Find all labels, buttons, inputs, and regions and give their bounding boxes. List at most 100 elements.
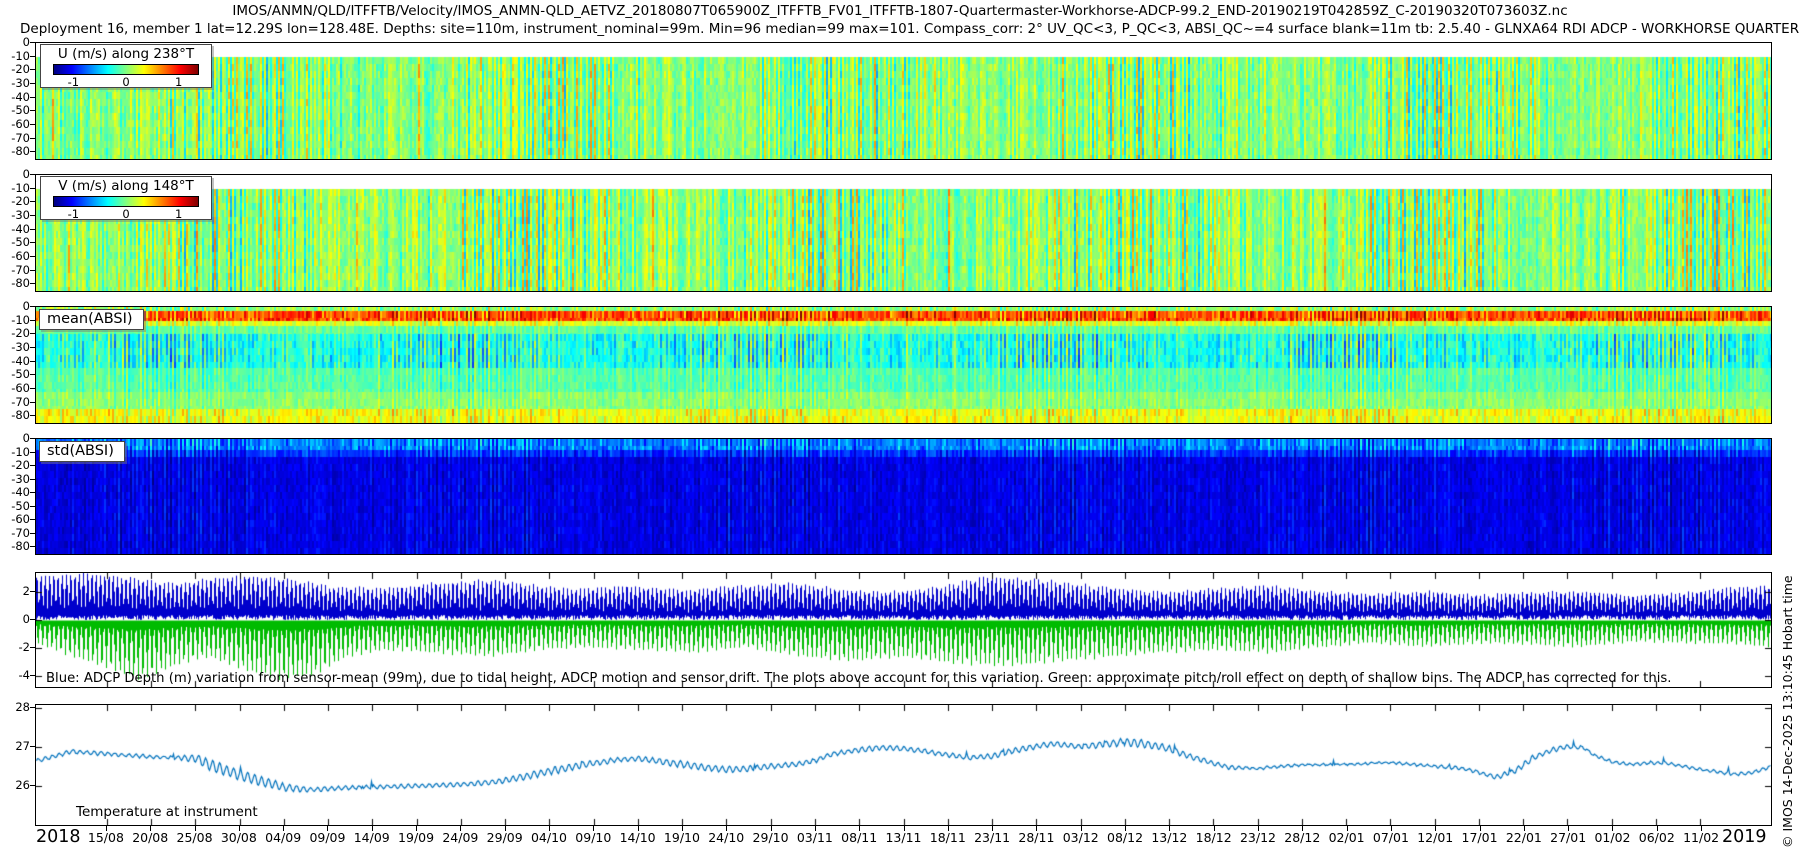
y-tick-label: -20	[0, 194, 30, 208]
y-tick-label: 0	[0, 299, 30, 313]
panel-u-velocity-heatmap: U (m/s) along 238°T -1 0 1	[35, 42, 1772, 160]
std-absi-canvas	[36, 439, 1771, 554]
x-tick-mark	[992, 826, 993, 831]
y-tick-label: -70	[0, 526, 30, 540]
x-tick-label: 29/09	[483, 830, 527, 845]
y-tick-mark	[30, 110, 35, 111]
x-tick-label: 14/10	[616, 830, 660, 845]
y-tick-label: -10	[0, 181, 30, 195]
x-tick-label: 23/11	[970, 830, 1014, 845]
y-tick-mark	[30, 675, 35, 676]
temperature-canvas	[36, 705, 1771, 825]
y-tick-label: 0	[0, 167, 30, 181]
x-tick-label: 07/01	[1369, 830, 1413, 845]
x-tick-label: 15/08	[84, 830, 128, 845]
y-tick-label: 0	[0, 612, 30, 626]
v-colorbar-ticks: -1 0 1	[41, 207, 211, 221]
y-tick-label: -50	[0, 235, 30, 249]
x-tick-label: 08/11	[837, 830, 881, 845]
x-tick-mark	[771, 826, 772, 831]
x-tick-label: 06/02	[1635, 830, 1679, 845]
x-tick-label: 03/12	[1059, 830, 1103, 845]
x-tick-mark	[593, 826, 594, 831]
x-tick-label: 30/08	[217, 830, 261, 845]
x-tick-mark	[1036, 826, 1037, 831]
x-tick-mark	[1568, 826, 1569, 831]
x-tick-label: 08/12	[1103, 830, 1147, 845]
y-tick-label: -40	[0, 90, 30, 104]
y-tick-mark	[30, 452, 35, 453]
u-colorbar-ticks: -1 0 1	[41, 75, 211, 89]
x-tick-label: 14/09	[350, 830, 394, 845]
y-tick-mark	[30, 591, 35, 592]
x-tick-label: 18/12	[1192, 830, 1236, 845]
u-velocity-canvas	[36, 43, 1771, 159]
y-tick-mark	[30, 707, 35, 708]
x-tick-mark	[859, 826, 860, 831]
y-tick-label: -40	[0, 485, 30, 499]
y-tick-mark	[30, 215, 35, 216]
depth-variation-canvas	[36, 573, 1771, 687]
y-tick-mark	[30, 333, 35, 334]
x-tick-label: 03/11	[793, 830, 837, 845]
y-tick-label: -10	[0, 313, 30, 327]
y-tick-mark	[30, 283, 35, 284]
y-tick-mark	[30, 402, 35, 403]
x-tick-label: 22/01	[1502, 830, 1546, 845]
u-legend-title: U (m/s) along 238°T	[41, 45, 211, 62]
y-tick-mark	[30, 506, 35, 507]
x-tick-mark	[372, 826, 373, 831]
y-tick-label: -30	[0, 472, 30, 486]
x-tick-label: 13/11	[882, 830, 926, 845]
panel-depth-variation-lines: Blue: ADCP Depth (m) variation from sens…	[35, 572, 1772, 688]
y-tick-label: 0	[0, 431, 30, 445]
u-colorbar-tick-neg1: -1	[68, 75, 79, 89]
panel-v-velocity-heatmap: V (m/s) along 148°T -1 0 1	[35, 174, 1772, 292]
y-tick-label: 28	[0, 700, 30, 714]
v-colorbar-legend: V (m/s) along 148°T -1 0 1	[40, 176, 212, 220]
y-tick-mark	[30, 201, 35, 202]
y-tick-mark	[30, 83, 35, 84]
x-tick-mark	[1480, 826, 1481, 831]
v-velocity-canvas	[36, 175, 1771, 291]
x-tick-mark	[416, 826, 417, 831]
x-tick-label: 29/10	[749, 830, 793, 845]
x-tick-mark	[904, 826, 905, 831]
y-tick-mark	[30, 465, 35, 466]
x-tick-label: 09/09	[305, 830, 349, 845]
x-tick-mark	[1347, 826, 1348, 831]
y-tick-mark	[30, 785, 35, 786]
y-tick-mark	[30, 229, 35, 230]
temperature-label: Temperature at instrument	[76, 804, 258, 820]
x-tick-mark	[283, 826, 284, 831]
v-legend-title: V (m/s) along 148°T	[41, 177, 211, 194]
x-tick-label: 24/10	[704, 830, 748, 845]
x-tick-mark	[682, 826, 683, 831]
x-tick-mark	[1081, 826, 1082, 831]
y-tick-label: -60	[0, 117, 30, 131]
y-tick-mark	[30, 479, 35, 480]
x-tick-label: 04/09	[261, 830, 305, 845]
y-tick-mark	[30, 546, 35, 547]
x-tick-label: 23/12	[1236, 830, 1280, 845]
u-colorbar-tick-pos1: 1	[175, 75, 182, 89]
y-tick-mark	[30, 151, 35, 152]
y-tick-mark	[30, 138, 35, 139]
y-tick-label: -30	[0, 208, 30, 222]
x-tick-mark	[1657, 826, 1658, 831]
y-tick-label: -40	[0, 222, 30, 236]
y-tick-label: -50	[0, 103, 30, 117]
x-tick-mark	[1391, 826, 1392, 831]
x-tick-mark	[815, 826, 816, 831]
y-tick-mark	[30, 533, 35, 534]
y-tick-label: -80	[0, 408, 30, 422]
y-tick-mark	[30, 647, 35, 648]
x-tick-label: 28/12	[1280, 830, 1324, 845]
v-colorbar-tick-pos1: 1	[175, 207, 182, 221]
x-tick-mark	[505, 826, 506, 831]
x-tick-label: 13/12	[1147, 830, 1191, 845]
x-tick-mark	[1302, 826, 1303, 831]
y-tick-mark	[30, 438, 35, 439]
mean-absi-label-box: mean(ABSI)	[39, 309, 144, 330]
y-tick-mark	[30, 270, 35, 271]
